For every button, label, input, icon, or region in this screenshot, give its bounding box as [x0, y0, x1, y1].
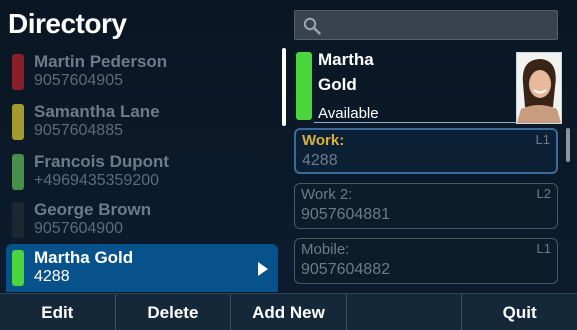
delete-button[interactable]: Delete — [116, 294, 232, 330]
contact-number: 9057604905 — [34, 72, 123, 89]
line-indicator: L1 — [535, 132, 550, 147]
search-icon — [303, 17, 321, 35]
line-indicator: L1 — [536, 241, 551, 256]
detail-first-name: Martha — [318, 50, 374, 69]
contact-name: George Brown — [34, 200, 152, 219]
page-title: Directory — [8, 8, 127, 39]
list-item[interactable]: Martin Pederson 9057604905 — [6, 48, 278, 96]
contact-number: +4969435359200 — [34, 172, 160, 189]
status-bar — [12, 54, 24, 90]
detail-scrollbar[interactable] — [566, 128, 570, 162]
field-label: Work: — [302, 132, 345, 149]
quit-button[interactable]: Quit — [462, 294, 577, 330]
field-label: Work 2: — [301, 186, 353, 203]
list-item-selected[interactable]: Martha Gold 4288 — [6, 244, 278, 292]
edit-button[interactable]: Edit — [0, 294, 116, 330]
contact-name: Francois Dupont — [34, 152, 170, 171]
line-indicator: L2 — [536, 186, 551, 201]
empty-softkey[interactable] — [347, 294, 463, 330]
contact-list: Martin Pederson 9057604905 Samantha Lane… — [6, 48, 278, 292]
contact-detail-header: Martha Gold Available — [292, 46, 562, 124]
contact-number: 9057604900 — [34, 220, 123, 237]
field-value: 9057604881 — [301, 206, 390, 223]
contact-name: Samantha Lane — [34, 102, 160, 121]
phone-directory-screen: Directory Martin Pederson 9057604905 Sam… — [0, 0, 577, 330]
field-value: 9057604882 — [301, 261, 390, 278]
list-item[interactable]: Samantha Lane 9057604885 — [6, 98, 278, 146]
contact-photo — [516, 52, 562, 124]
detail-last-name: Gold — [318, 75, 357, 94]
search-input[interactable] — [294, 10, 558, 40]
divider-line — [314, 122, 516, 123]
contact-number: 4288 — [34, 268, 70, 285]
list-item[interactable]: George Brown 9057604900 — [6, 196, 278, 244]
add-new-button[interactable]: Add New — [231, 294, 347, 330]
contact-name: Martha Gold — [34, 248, 134, 267]
mobile-number-field[interactable]: Mobile: 9057604882 L1 — [294, 238, 558, 284]
status-bar — [12, 202, 24, 238]
status-bar — [12, 154, 24, 190]
softkey-bar: Edit Delete Add New Quit — [0, 293, 577, 330]
work2-number-field[interactable]: Work 2: 9057604881 L2 — [294, 183, 558, 229]
status-bar — [296, 52, 312, 120]
contact-name: Martin Pederson — [34, 52, 168, 71]
status-bar — [12, 104, 24, 140]
presence-status: Available — [318, 105, 379, 122]
list-scrollbar[interactable] — [282, 48, 286, 126]
list-item[interactable]: Francois Dupont +4969435359200 — [6, 148, 278, 196]
status-bar — [12, 250, 24, 286]
field-value: 4288 — [302, 152, 338, 169]
contact-number: 9057604885 — [34, 122, 123, 139]
play-arrow-icon[interactable] — [258, 262, 268, 276]
work-number-field[interactable]: Work: 4288 L1 — [294, 128, 558, 174]
field-label: Mobile: — [301, 241, 350, 258]
